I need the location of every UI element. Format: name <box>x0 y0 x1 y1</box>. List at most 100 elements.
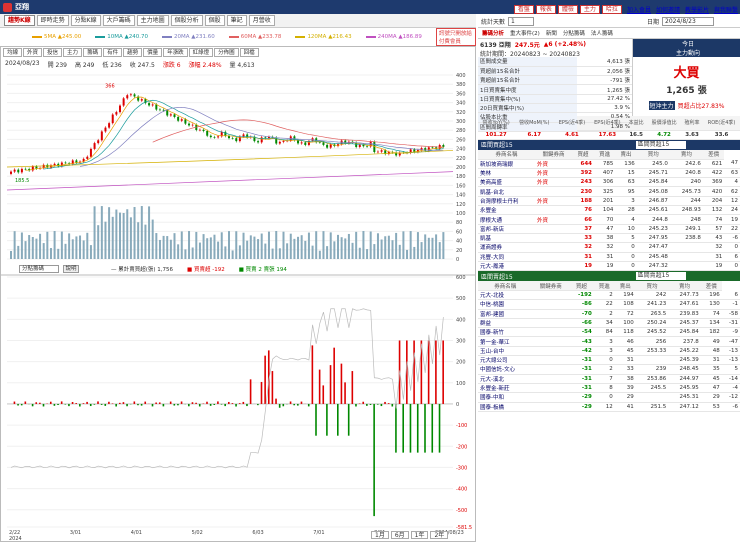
indicator-help-button[interactable]: 說明 <box>63 265 79 273</box>
right-tab-active[interactable]: 籌碼分析 <box>480 29 506 37</box>
netbuy-bar <box>431 403 434 453</box>
sell-row[interactable]: 國泰-中和 -29 0 29 245.31 29 -12 <box>478 392 740 403</box>
broker-name[interactable]: 永豐金 <box>478 205 535 216</box>
top-link[interactable]: 教學影片 <box>685 5 709 14</box>
buy-row[interactable]: 兆豐-大同 31 31 0 245.48 31 6 <box>478 252 740 262</box>
buy-row[interactable]: 美林 外資 392 407 15 245.71 240.8 422 63 <box>478 168 740 179</box>
date-input[interactable]: 2024/8/23 <box>662 17 715 26</box>
buy-row[interactable]: 新加坡商瑞銀 外資 644 785 136 245.0 242.6 621 47 <box>478 159 740 169</box>
sell-row[interactable]: 中國信託-文心 -31 2 33 239 248.45 35 5 <box>478 364 740 375</box>
candle-body <box>148 103 151 106</box>
y-tick-label: 140 <box>456 193 466 199</box>
toolbar-button[interactable]: 分點K線 <box>70 15 101 26</box>
right-tab[interactable]: 重大事件(2) <box>508 29 542 37</box>
broker-name[interactable]: 運商證券 <box>478 242 535 253</box>
broker-name[interactable]: 國泰-板橋 <box>478 402 533 412</box>
cell-value: 240.8 <box>669 168 703 179</box>
cell-value: -192 <box>568 290 594 301</box>
top-button[interactable]: 主力 <box>579 4 600 14</box>
netbuy-bar <box>249 379 252 404</box>
buy-row[interactable]: 元大-鳳港 19 19 0 247.32 19 0 <box>478 261 740 272</box>
top-link[interactable]: 如何邀請 <box>656 5 680 14</box>
buy-select[interactable]: 區間買超15 <box>635 140 686 149</box>
ma-color-swatch <box>365 36 376 38</box>
buy-row[interactable]: 運商證券 32 32 0 247.47 32 0 <box>478 242 740 253</box>
toolbar-button[interactable]: 個股 <box>204 15 225 26</box>
top-link[interactable]: 加入會員 <box>627 5 651 14</box>
broker-name[interactable]: 國泰-新竹 <box>478 327 533 338</box>
broker-name[interactable]: 元大-溪北 <box>478 374 533 384</box>
broker-name[interactable]: 富邦-建國 <box>478 309 533 319</box>
broker-name[interactable]: 元大總公司 <box>478 355 533 366</box>
toolbar-button[interactable]: 筆記 <box>226 15 247 26</box>
sell-row[interactable]: 群益 -66 34 100 250.24 245.37 134 -31 <box>478 318 740 329</box>
cell-value: 104 <box>594 205 616 216</box>
cell-value: 47 <box>594 224 616 234</box>
chart-area[interactable]: 均線 外資 投信 主力 籌碼 有件 趨勢 價量 年漲跌 紅綠燈 分佈圖 回檔 2024/08/23 開… <box>0 46 476 542</box>
broker-name[interactable]: 群益 <box>478 318 533 329</box>
top-button[interactable]: 報表 <box>535 4 556 14</box>
broker-name[interactable]: 元大-鳳港 <box>478 261 535 272</box>
broker-name[interactable]: 中信-桃園 <box>478 299 533 310</box>
broker-name[interactable]: 新加坡商瑞銀 <box>478 159 535 169</box>
toolbar-button[interactable]: 主力地圖 <box>136 15 169 26</box>
broker-name[interactable]: 中國信託-文心 <box>478 364 533 375</box>
buy-row[interactable]: 永豐金 76 104 28 245.61 248.93 132 24 <box>478 205 740 216</box>
broker-name[interactable]: 第一金-華江 <box>478 336 533 347</box>
sell-row[interactable]: 國泰-板橋 -29 12 41 251.5 247.12 53 -6 <box>478 402 740 412</box>
sell-row[interactable]: 中信-桃園 -86 22 108 241.23 247.61 130 -1 <box>478 299 740 310</box>
sell-row[interactable]: 元大總公司 -31 0 31 245.39 31 -13 <box>478 355 740 366</box>
sell-row[interactable]: 元大-北投 -192 2 194 242 247.73 196 6 <box>478 290 740 301</box>
indicator-select[interactable]: 分點籌碼 <box>19 265 59 273</box>
col-head: 券商名稱 <box>478 149 535 160</box>
buy-row[interactable]: 富邦-新店 37 47 10 245.23 249.1 57 22 <box>478 224 740 234</box>
right-tab[interactable]: 分點籌碼 <box>561 29 587 37</box>
range-button[interactable]: 6月 <box>390 531 409 539</box>
right-tab[interactable]: 法人籌碼 <box>589 29 615 37</box>
cell-value: 251.5 <box>635 402 669 412</box>
broker-name[interactable]: 富邦-新店 <box>478 224 535 234</box>
days-select[interactable]: 1 <box>508 17 535 26</box>
broker-name[interactable]: 摩根大通 <box>478 214 535 225</box>
broker-name[interactable]: 美林 <box>478 168 535 179</box>
broker-name[interactable]: 台灣摩根士丹利 <box>478 196 535 207</box>
toolbar-button[interactable]: 即時走勢 <box>36 15 69 26</box>
sell-row[interactable]: 元大-溪北 -31 7 38 253.86 244.97 45 -14 <box>478 374 740 384</box>
toolbar-button[interactable]: 個股分析 <box>170 15 203 26</box>
broker-name[interactable]: 兆豐-大同 <box>478 252 535 262</box>
buy-row[interactable]: 凱基 33 38 5 247.95 238.8 43 -6 <box>478 233 740 244</box>
volume-bar <box>228 231 230 259</box>
broker-name[interactable]: 元大-北投 <box>478 290 533 301</box>
buy-row[interactable]: 凱基-台北 230 325 95 245.08 245.73 420 62 <box>478 186 740 197</box>
buy-row[interactable]: 台灣摩根士丹利 外資 188 201 3 246.87 244 204 12 <box>478 196 740 207</box>
toolbar-button[interactable]: 大戶籌碼 <box>102 15 135 26</box>
price-chart-svg[interactable]: 4003803603403203002802602402202001801601… <box>1 47 475 541</box>
sell-row[interactable]: 國泰-新竹 -54 84 118 245.52 245.84 182 -9 <box>478 327 740 338</box>
range-button[interactable]: 1月 <box>371 531 389 539</box>
range-button[interactable]: 2年 <box>430 531 449 539</box>
top-button[interactable]: 看盤 <box>513 4 534 14</box>
sell-select[interactable]: 區間賣超15 <box>635 272 686 281</box>
broker-name[interactable]: 美商高盛 <box>478 177 535 188</box>
broker-name[interactable]: 國泰-中和 <box>478 392 533 403</box>
top-button[interactable]: 體檢 <box>557 4 578 14</box>
broker-name[interactable]: 凱基-台北 <box>478 186 535 197</box>
sell-row[interactable]: 第一金-華江 -43 3 46 256 237.8 49 -47 <box>478 336 740 347</box>
volume-bar <box>398 244 401 259</box>
sell-row[interactable]: 永豐金-新莊 -31 8 39 245.5 245.95 47 -4 <box>478 383 740 394</box>
ma-legend-item: 120MA ▲216.43 <box>295 34 352 40</box>
ma-legend-item: 10MA ▲240.70 <box>95 34 148 40</box>
top-button[interactable]: 哈拉 <box>601 4 622 14</box>
sell-row[interactable]: 玉山-台中 -42 3 45 253.33 245.22 48 -13 <box>478 346 740 357</box>
top-link[interactable]: 與我聯繫 <box>714 5 738 14</box>
buy-row[interactable]: 摩根大通 外資 66 70 4 244.8 248 74 19 <box>478 214 740 225</box>
buy-row[interactable]: 美商高盛 外資 243 306 63 245.84 240 369 4 <box>478 177 740 188</box>
sell-row[interactable]: 富邦-建國 -70 2 72 263.5 239.83 74 -58 <box>478 309 740 319</box>
right-tab[interactable]: 新聞 <box>544 29 559 37</box>
broker-name[interactable]: 凱基 <box>478 233 535 244</box>
broker-name[interactable]: 永豐金-新莊 <box>478 383 533 394</box>
toolbar-button[interactable]: 趨勢K線 <box>4 15 35 26</box>
toolbar-button[interactable]: 月營收 <box>248 15 275 26</box>
broker-name[interactable]: 玉山-台中 <box>478 346 533 357</box>
range-button[interactable]: 1年 <box>410 531 429 539</box>
